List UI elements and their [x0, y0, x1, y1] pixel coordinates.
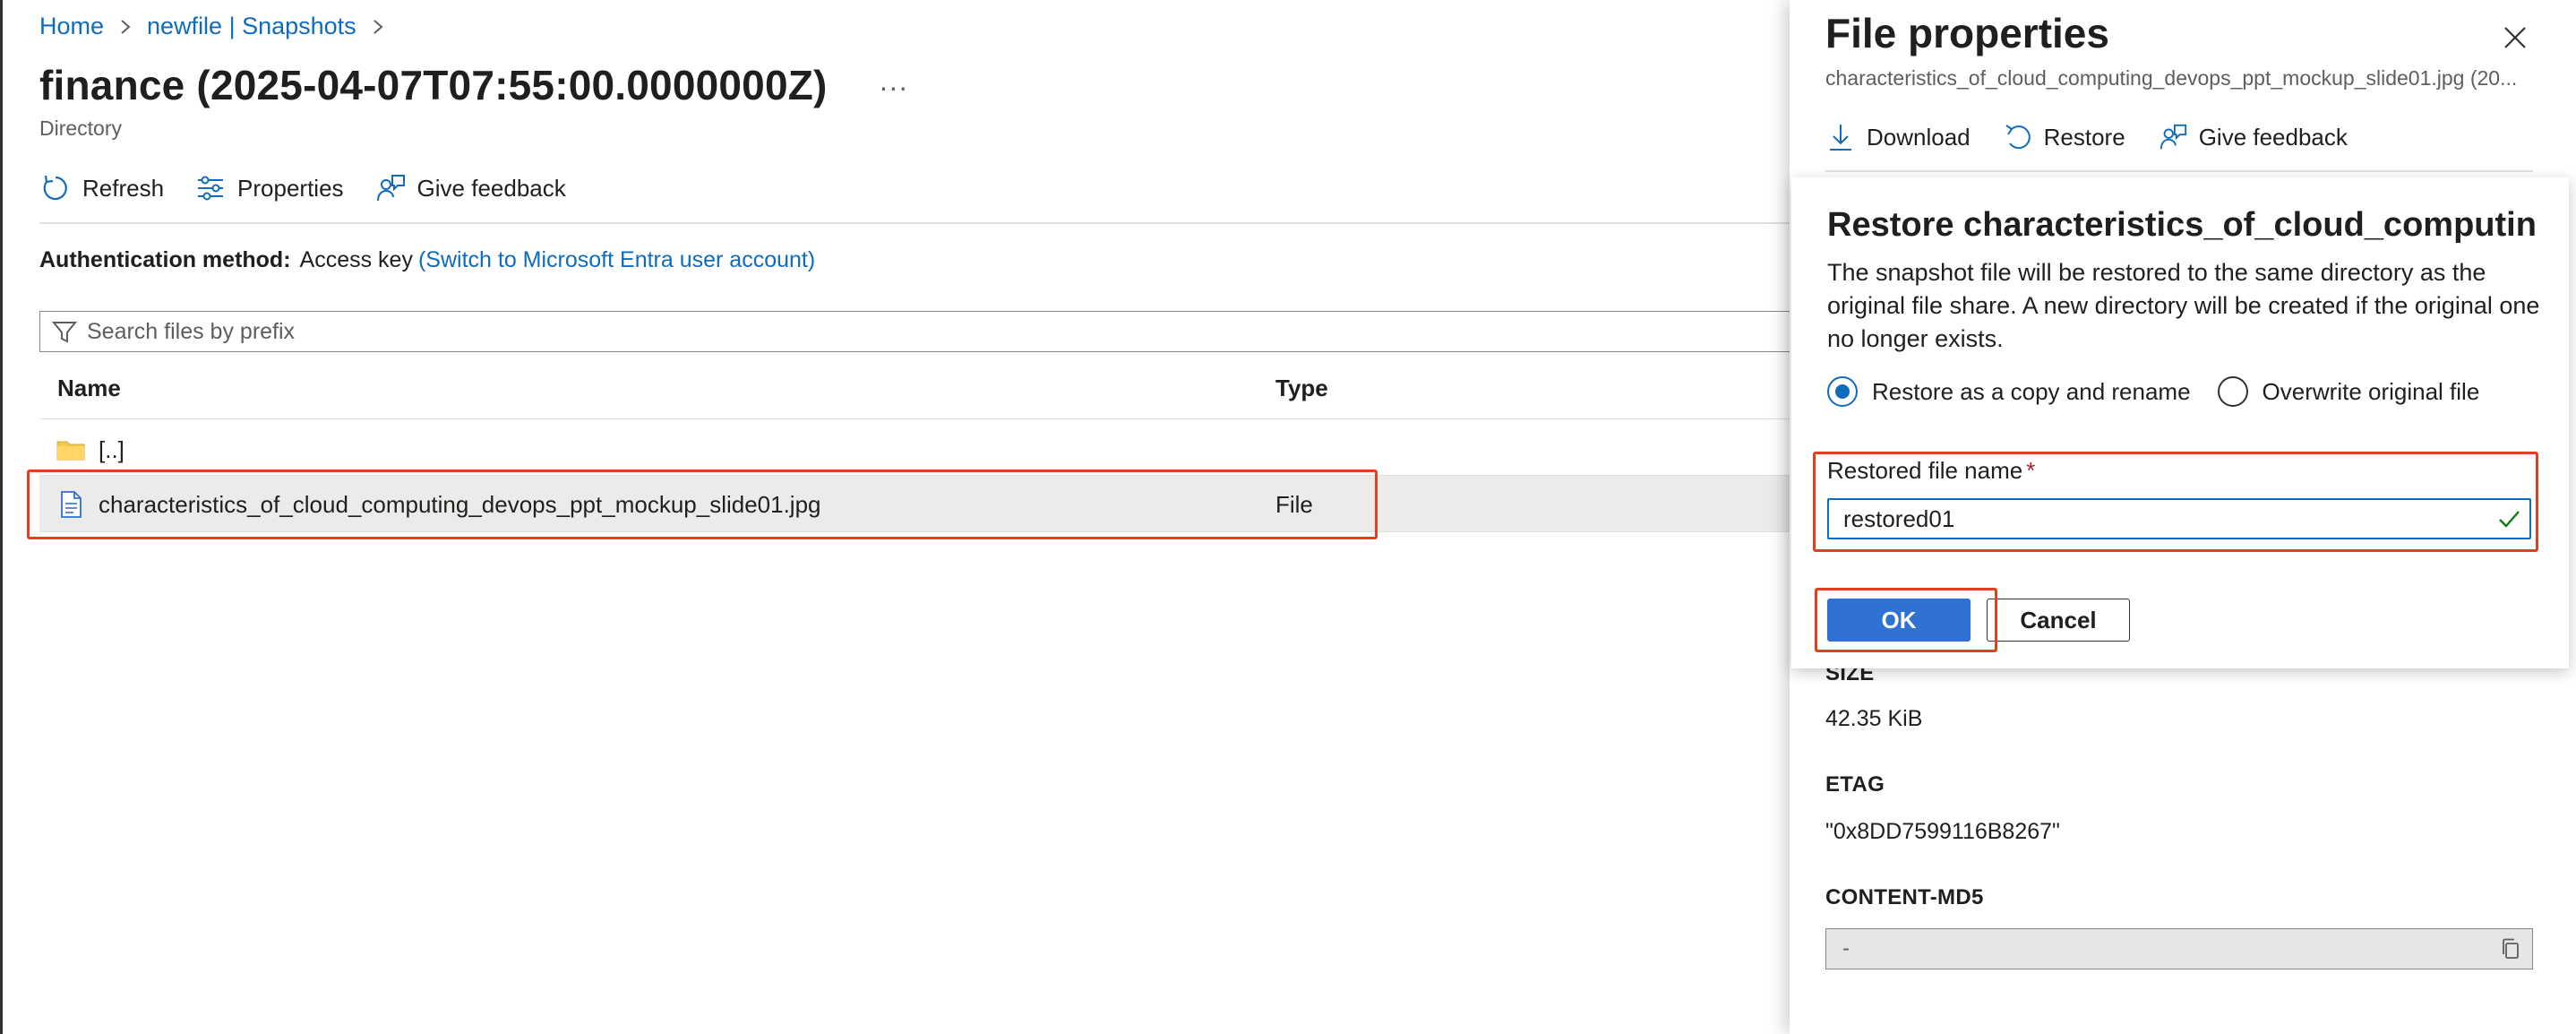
auth-label: Authentication method: [39, 247, 291, 272]
auth-value: Access key [299, 247, 413, 272]
restore-button[interactable]: Restore [2003, 122, 2125, 152]
page-title: finance (2025-04-07T07:55:00.0000000Z) [39, 62, 828, 108]
panel-feedback-label: Give feedback [2198, 123, 2348, 151]
search-box [39, 311, 1831, 352]
more-actions-button[interactable]: ... [880, 65, 909, 98]
panel-subtitle: characteristics_of_cloud_computing_devop… [1825, 66, 2518, 90]
highlight-box [1813, 452, 2538, 552]
dialog-description: The snapshot file will be restored to th… [1827, 259, 2540, 352]
page-subtitle: Directory [39, 116, 123, 140]
content-md5-value: - [1842, 936, 1850, 961]
divider [1825, 170, 2533, 172]
dialog-title: Restore characteristics_of_cloud_computi… [1827, 206, 2535, 244]
sliders-icon [198, 176, 224, 201]
radio-selected-icon [1827, 376, 1858, 407]
radio-label: Restore as a copy and rename [1872, 377, 2191, 405]
close-icon[interactable] [2499, 22, 2531, 54]
restore-label: Restore [2043, 123, 2125, 151]
command-bar: Refresh Properties Give feedback [39, 172, 566, 204]
chevron-right-icon [121, 19, 131, 34]
switch-auth-link[interactable]: (Switch to Microsoft Entra user account) [418, 247, 815, 272]
refresh-icon [43, 175, 67, 201]
column-header-name[interactable]: Name [57, 375, 121, 402]
cancel-button[interactable]: Cancel [1987, 599, 2130, 642]
feedback-icon [2160, 124, 2186, 150]
properties-button[interactable]: Properties [194, 172, 344, 204]
folder-icon [56, 441, 85, 461]
auth-method: Authentication method: Access key (Switch … [39, 247, 815, 273]
breadcrumb-snapshots-link[interactable]: newfile | Snapshots [147, 13, 356, 40]
download-icon [1830, 125, 1851, 151]
divider [39, 222, 1795, 224]
breadcrumb-home-link[interactable]: Home [39, 13, 104, 40]
radio-unselected-icon [2217, 376, 2248, 407]
restore-options: Restore as a copy and rename Overwrite o… [1827, 376, 2479, 407]
feedback-icon [376, 175, 405, 202]
refresh-label: Refresh [82, 174, 165, 202]
filter-icon [51, 322, 78, 343]
properties-label: Properties [237, 174, 344, 202]
column-header-type[interactable]: Type [1275, 375, 1328, 402]
panel-title: File properties [1825, 10, 2109, 56]
highlight-box [1815, 588, 1997, 652]
search-input[interactable] [87, 318, 1789, 345]
row-name[interactable]: [..] [99, 436, 125, 464]
panel-give-feedback-button[interactable]: Give feedback [2158, 122, 2348, 152]
radio-restore-copy[interactable]: Restore as a copy and rename [1827, 376, 2191, 407]
breadcrumb: Home newfile | Snapshots [39, 13, 399, 40]
grid-header: Name Type [39, 369, 1831, 419]
download-label: Download [1867, 123, 1971, 151]
give-feedback-button[interactable]: Give feedback [374, 172, 566, 204]
etag-label: ETAG [1825, 772, 1885, 797]
copy-icon[interactable] [2498, 936, 2523, 961]
size-value: 42.35 KiB [1825, 706, 1923, 731]
download-button[interactable]: Download [1825, 122, 1971, 152]
restore-icon [2005, 125, 2031, 150]
feedback-label: Give feedback [416, 174, 566, 202]
restore-dialog: Restore characteristics_of_cloud_computi… [1791, 177, 2569, 668]
refresh-button[interactable]: Refresh [39, 172, 164, 204]
content-md5-field: - [1825, 928, 2533, 969]
radio-overwrite[interactable]: Overwrite original file [2217, 376, 2480, 407]
panel-command-bar: Download Restore Give feedback [1825, 122, 2348, 152]
content-md5-label: CONTENT-MD5 [1825, 885, 1984, 909]
radio-label: Overwrite original file [2262, 377, 2480, 405]
etag-value: "0x8DD7599116B8267" [1825, 819, 2060, 844]
chevron-right-icon [374, 19, 383, 34]
highlight-box [27, 470, 1378, 539]
window-border [0, 0, 3, 1034]
